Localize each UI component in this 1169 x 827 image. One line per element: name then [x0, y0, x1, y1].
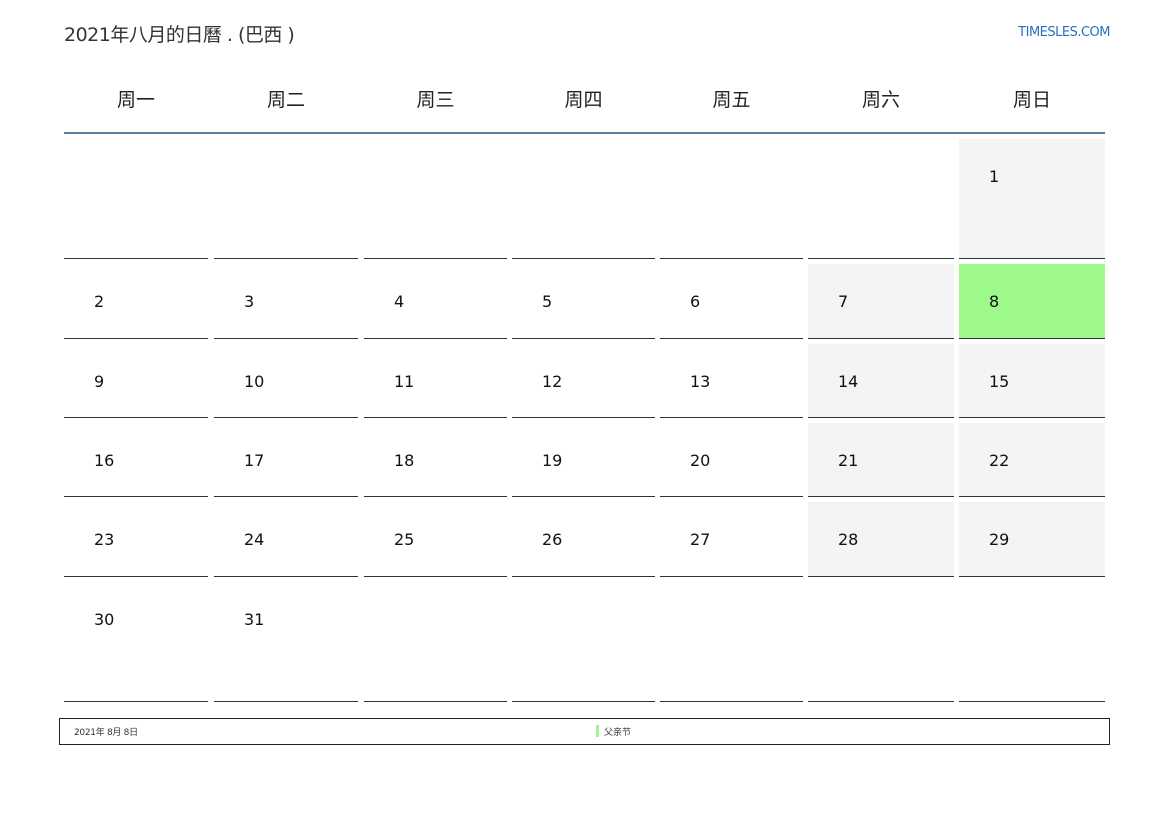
day-number: 18 — [394, 451, 415, 470]
day-cell[interactable]: 20 — [660, 423, 803, 497]
day-cell[interactable]: 7 — [808, 264, 954, 339]
day-number: 19 — [542, 451, 563, 470]
holiday-date: 2021年 8月 8日 — [74, 728, 138, 738]
day-cell[interactable]: 21 — [808, 423, 954, 497]
empty-day-cell — [808, 139, 954, 259]
empty-day-cell — [959, 582, 1105, 702]
day-cell[interactable]: 14 — [808, 344, 954, 418]
day-number: 9 — [94, 372, 105, 391]
day-cell[interactable]: 16 — [64, 423, 208, 497]
weekday-label: 周四 — [564, 89, 603, 111]
day-number: 7 — [838, 292, 849, 311]
day-number: 17 — [244, 451, 265, 470]
day-cell[interactable]: 23 — [64, 502, 208, 577]
day-number: 16 — [94, 451, 115, 470]
day-number: 31 — [244, 610, 265, 629]
day-number: 28 — [838, 530, 859, 549]
weekday-label: 周一 — [116, 89, 155, 111]
day-number: 15 — [989, 372, 1010, 391]
day-cell[interactable]: 15 — [959, 344, 1105, 418]
day-cell[interactable]: 26 — [512, 502, 655, 577]
holiday-name: 父亲节 — [604, 728, 632, 738]
day-number: 26 — [542, 530, 563, 549]
day-number: 3 — [244, 292, 255, 311]
day-number: 24 — [244, 530, 265, 549]
day-cell[interactable]: 8 — [959, 264, 1105, 339]
day-cell[interactable]: 30 — [64, 582, 208, 702]
day-number: 11 — [394, 372, 415, 391]
page-title: 2021年八月的日曆 . (巴西 ) — [64, 24, 295, 46]
holiday-footer: 2021年 8月 8日 父亲节 — [59, 718, 1110, 745]
day-cell[interactable]: 17 — [214, 423, 358, 497]
day-cell[interactable]: 27 — [660, 502, 803, 577]
day-number: 5 — [542, 292, 553, 311]
day-cell[interactable]: 22 — [959, 423, 1105, 497]
day-number: 25 — [394, 530, 415, 549]
day-cell[interactable]: 25 — [364, 502, 507, 577]
day-number: 22 — [989, 451, 1010, 470]
holiday-color-marker — [596, 725, 599, 737]
day-number: 13 — [690, 372, 711, 391]
day-number: 10 — [244, 372, 265, 391]
day-cell[interactable]: 11 — [364, 344, 507, 418]
day-number: 4 — [394, 292, 405, 311]
day-cell[interactable]: 28 — [808, 502, 954, 577]
day-cell[interactable]: 31 — [214, 582, 358, 702]
empty-day-cell — [64, 139, 208, 259]
empty-day-cell — [364, 139, 507, 259]
day-cell[interactable]: 18 — [364, 423, 507, 497]
day-number: 6 — [690, 292, 701, 311]
weekday-label: 周六 — [861, 89, 900, 111]
weekday-header: 周一 周二 周三 周四 周五 周六 周日 — [64, 72, 1105, 134]
empty-day-cell — [808, 582, 954, 702]
day-number: 23 — [94, 530, 115, 549]
weekday-label: 周二 — [266, 89, 305, 111]
weekday-label: 周五 — [712, 89, 751, 111]
empty-day-cell — [512, 582, 655, 702]
day-cell[interactable]: 1 — [959, 139, 1105, 259]
day-cell[interactable]: 2 — [64, 264, 208, 339]
day-number: 1 — [989, 167, 1000, 186]
day-cell[interactable]: 12 — [512, 344, 655, 418]
day-cell[interactable]: 29 — [959, 502, 1105, 577]
day-number: 14 — [838, 372, 859, 391]
day-cell[interactable]: 4 — [364, 264, 507, 339]
day-cell[interactable]: 24 — [214, 502, 358, 577]
brand-link[interactable]: TIMESLES.COM — [1018, 25, 1110, 40]
day-number: 2 — [94, 292, 105, 311]
empty-day-cell — [364, 582, 507, 702]
day-cell[interactable]: 19 — [512, 423, 655, 497]
day-number: 8 — [989, 292, 1000, 311]
empty-day-cell — [214, 139, 358, 259]
day-number: 20 — [690, 451, 711, 470]
weekday-label: 周三 — [416, 89, 455, 111]
empty-day-cell — [512, 139, 655, 259]
day-cell[interactable]: 5 — [512, 264, 655, 339]
empty-day-cell — [660, 582, 803, 702]
weekday-label: 周日 — [1012, 89, 1051, 111]
day-cell[interactable]: 10 — [214, 344, 358, 418]
day-number: 29 — [989, 530, 1010, 549]
day-number: 30 — [94, 610, 115, 629]
day-number: 12 — [542, 372, 563, 391]
empty-day-cell — [660, 139, 803, 259]
day-cell[interactable]: 3 — [214, 264, 358, 339]
day-cell[interactable]: 6 — [660, 264, 803, 339]
day-cell[interactable]: 9 — [64, 344, 208, 418]
day-number: 27 — [690, 530, 711, 549]
day-number: 21 — [838, 451, 859, 470]
day-cell[interactable]: 13 — [660, 344, 803, 418]
